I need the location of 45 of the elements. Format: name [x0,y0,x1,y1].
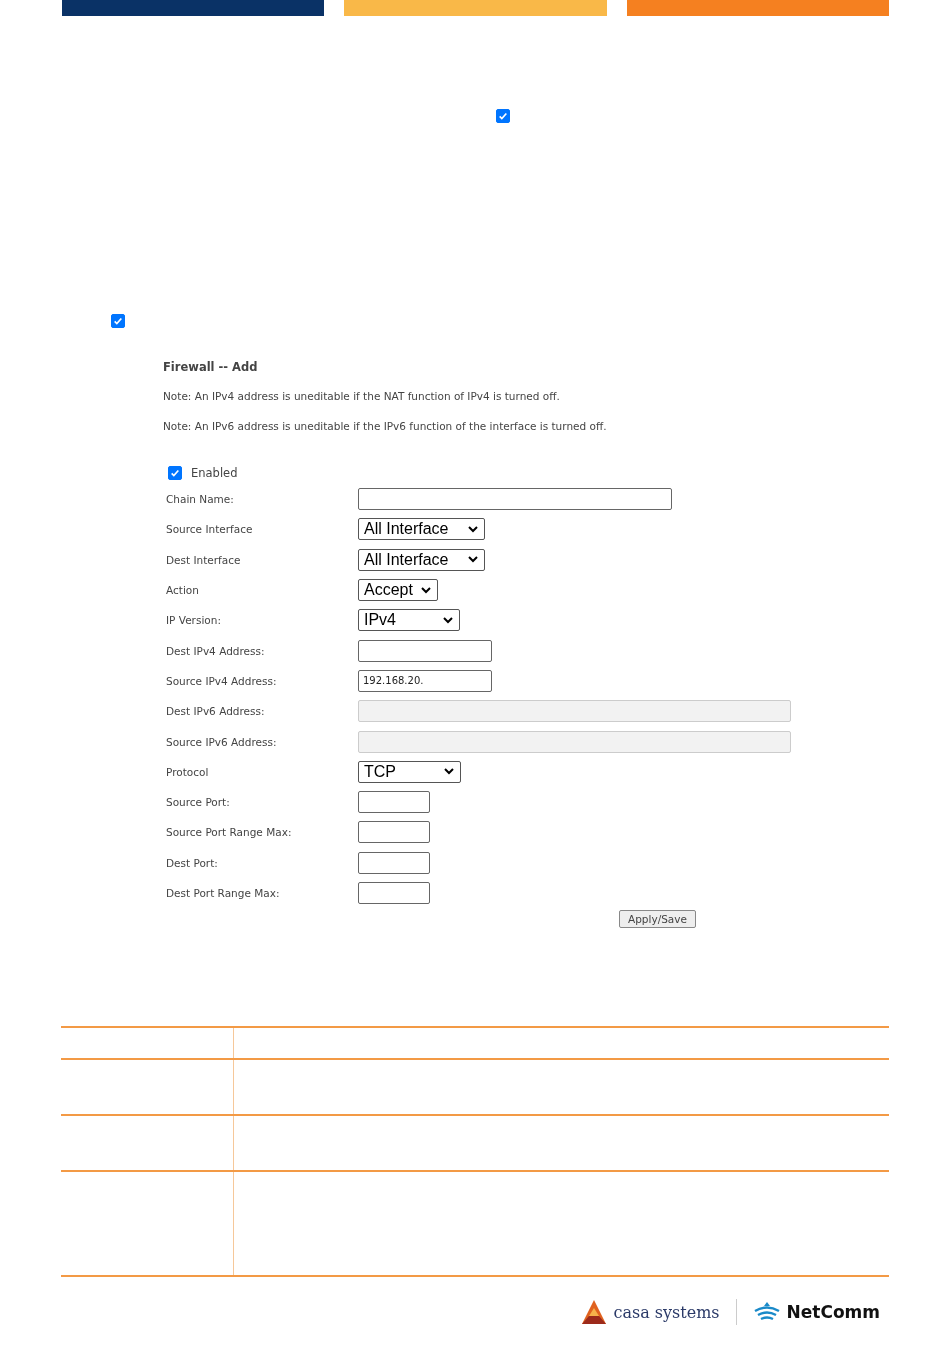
field-label: Dest IPv6 Address: [166,705,266,718]
input-field[interactable] [358,791,430,814]
field-label: Source Port: [166,796,231,809]
note-text: Note: An IPv6 address is uneditable if the IPv6 function of the interface is turned off. [163,420,608,434]
chevron-icon [444,768,454,776]
field-label: IP Version: [166,614,222,627]
field-label: Action [166,584,200,597]
input-field[interactable] [358,821,430,844]
input-field[interactable]: 192.168.20. [358,669,492,692]
check-icon [170,468,180,478]
chevron-icon [468,556,478,564]
chevron-icon [421,586,431,594]
dropdown[interactable]: Accept [358,579,438,602]
dropdown[interactable]: All Interface [358,518,485,541]
field-label: Dest Port: [166,856,219,869]
input-field[interactable] [358,882,430,904]
note-text: Note: An IPv4 address is uneditable if the NAT function of IPv4 is turned off. [163,390,561,404]
casa-systems-logo: casa systems [613,1302,720,1322]
check-icon [113,316,123,326]
field-label: Source IPv4 Address: [166,674,278,687]
field-label: Dest Interface [166,553,242,566]
dropdown[interactable]: IPv4 [358,609,460,632]
input-field[interactable] [358,851,430,874]
field-label: Protocol [166,765,210,778]
chevron-icon [443,616,453,624]
check-icon [498,111,508,121]
enabled-label: Enabled [191,466,238,480]
field-label: Dest Port Range Max: [166,887,281,899]
field-label: Source Port Range Max: [166,826,293,839]
field-label: Dest IPv4 Address: [166,644,266,657]
chevron-icon [468,525,478,533]
triangle-logo-icon [581,1299,608,1326]
netcomm-logo: NetComm [786,1302,880,1323]
field-label: Source IPv6 Address: [166,735,278,748]
input-field[interactable] [358,639,492,662]
apply-save-button[interactable]: Apply/Save [619,910,696,929]
dropdown[interactable]: All Interface [358,548,485,571]
input-field[interactable] [358,488,672,511]
field-label: Source Interface [166,523,254,536]
dropdown[interactable]: TCP [358,760,461,783]
field-label: Chain Name: [166,493,235,506]
form-title: Firewall -- Add [163,360,259,376]
enabled-checkbox[interactable] [168,466,182,480]
checkbox[interactable] [111,314,125,328]
checkbox[interactable] [496,109,510,123]
